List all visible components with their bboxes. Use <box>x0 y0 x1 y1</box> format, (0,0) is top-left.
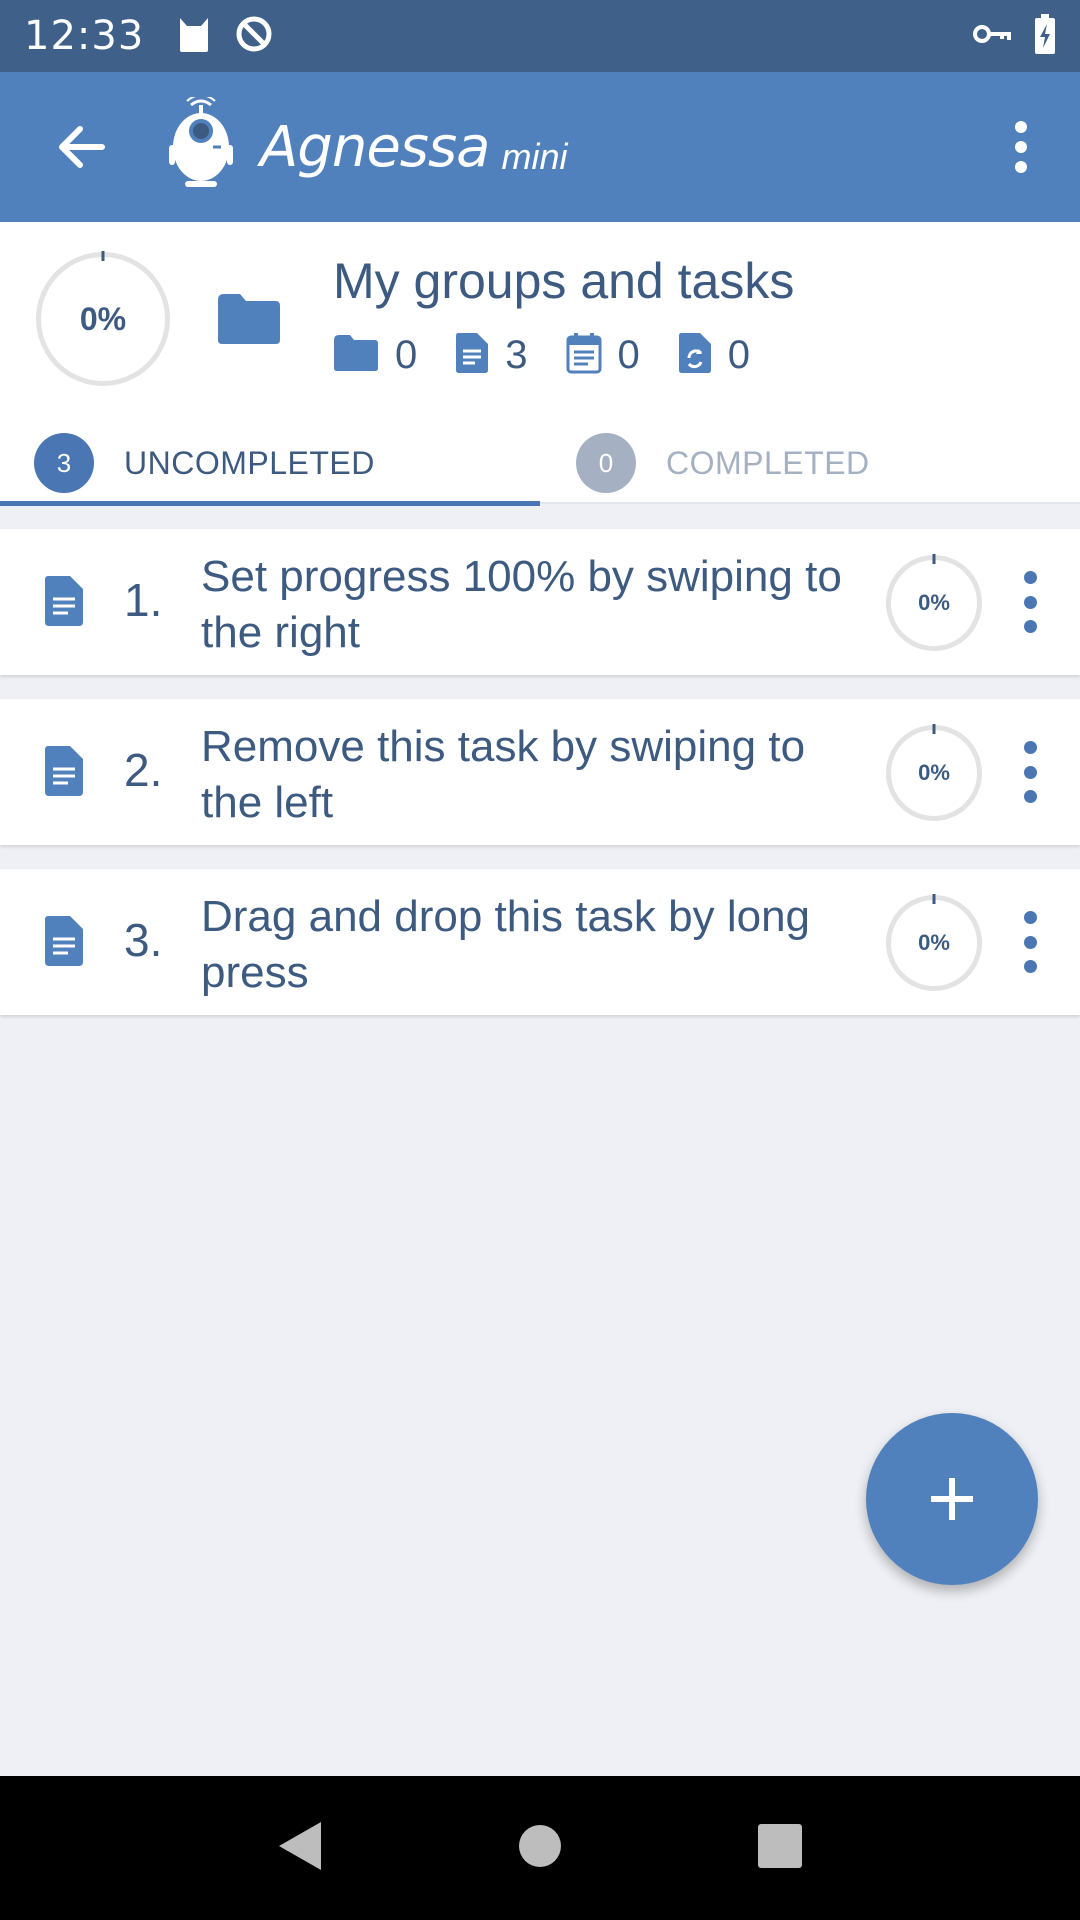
dot-icon <box>1015 121 1027 133</box>
app-title: Agnessa <box>260 114 490 180</box>
sync-disabled-icon <box>234 14 274 59</box>
dot-icon <box>1023 595 1037 609</box>
vpn-key-icon <box>972 22 1012 51</box>
app-title-suffix: mini <box>501 136 568 177</box>
nav-back-button[interactable] <box>277 1820 323 1877</box>
task-menu-button[interactable] <box>1015 571 1045 633</box>
cat-notification-icon <box>176 14 212 59</box>
dot-icon <box>1023 741 1037 754</box>
item-counts: 0 3 0 0 <box>333 332 788 379</box>
tab-badge: 0 <box>576 433 636 493</box>
task-item[interactable]: 2. Remove this task by swiping to the le… <box>0 699 1080 845</box>
task-item[interactable]: 1. Set progress 100% by swiping to the r… <box>0 529 1080 675</box>
nav-home-button[interactable] <box>518 1824 562 1873</box>
status-bar: 12:33 <box>0 0 1080 72</box>
document-icon <box>455 332 489 379</box>
folder-icon <box>333 334 379 377</box>
dot-icon <box>1023 911 1037 924</box>
scheduled-count-value: 0 <box>617 333 640 377</box>
group-progress-ring[interactable]: 0% <box>36 252 170 386</box>
scheduled-count: 0 <box>566 332 640 379</box>
task-title: Remove this task by swiping to the left <box>201 722 806 827</box>
document-icon <box>44 745 84 802</box>
tab-label: UNCOMPLETED <box>124 444 375 481</box>
recurring-count-value: 0 <box>727 333 750 377</box>
task-progress-ring[interactable]: 0% <box>886 555 982 651</box>
task-number: 3. <box>124 914 163 966</box>
battery-charging-icon <box>1034 13 1056 59</box>
dot-icon <box>1023 620 1037 633</box>
recurring-count: 0 <box>678 332 750 379</box>
back-button[interactable] <box>46 112 116 182</box>
task-progress-ring[interactable]: 0% <box>886 895 982 991</box>
dot-icon <box>1023 765 1037 779</box>
tab-completed[interactable]: 0 COMPLETED <box>540 422 1080 504</box>
task-item[interactable]: 3. Drag and drop this task by long press… <box>0 869 1080 1015</box>
tab-badge: 3 <box>34 433 94 493</box>
task-number: 2. <box>124 744 163 796</box>
document-icon <box>44 575 84 632</box>
document-icon <box>44 915 84 972</box>
task-title: Drag and drop this task by long press <box>201 892 811 997</box>
folder-count: 0 <box>333 333 417 378</box>
robot-logo-icon <box>169 97 233 187</box>
dot-icon <box>1015 141 1027 153</box>
tab-uncompleted[interactable]: 3 UNCOMPLETED <box>0 422 540 506</box>
folder-icon <box>216 292 282 351</box>
add-task-button[interactable] <box>866 1413 1038 1585</box>
dot-icon <box>1023 790 1037 803</box>
task-menu-button[interactable] <box>1015 741 1045 803</box>
folder-count-value: 0 <box>395 333 418 377</box>
app-bar: Agnessa mini <box>0 72 1080 222</box>
app-logo <box>156 92 246 202</box>
dot-icon <box>1023 571 1037 584</box>
nav-recents-button[interactable] <box>757 1823 803 1874</box>
task-menu-button[interactable] <box>1015 911 1045 973</box>
dot-icon <box>1023 960 1037 973</box>
task-count: 3 <box>455 332 528 379</box>
system-navigation-bar <box>0 1776 1080 1920</box>
status-time: 12:33 <box>24 13 145 59</box>
task-number: 1. <box>124 574 163 626</box>
tab-bar: 3 UNCOMPLETED 0 COMPLETED <box>0 422 1080 506</box>
calendar-note-icon <box>566 332 602 379</box>
page-title: My groups and tasks <box>333 253 795 309</box>
task-title: Set progress 100% by swiping to the righ… <box>201 552 842 657</box>
tab-label: COMPLETED <box>666 444 870 481</box>
plus-icon <box>931 1478 973 1520</box>
task-count-value: 3 <box>505 333 528 377</box>
dot-icon <box>1015 161 1027 173</box>
group-header: 0% My groups and tasks 0 3 0 0 3 UNCOMPL… <box>0 222 1080 506</box>
recurring-document-icon <box>678 332 712 379</box>
dot-icon <box>1023 935 1037 949</box>
task-progress-ring[interactable]: 0% <box>886 725 982 821</box>
arrow-back-icon <box>59 126 105 168</box>
overflow-menu-button[interactable] <box>1006 107 1036 187</box>
